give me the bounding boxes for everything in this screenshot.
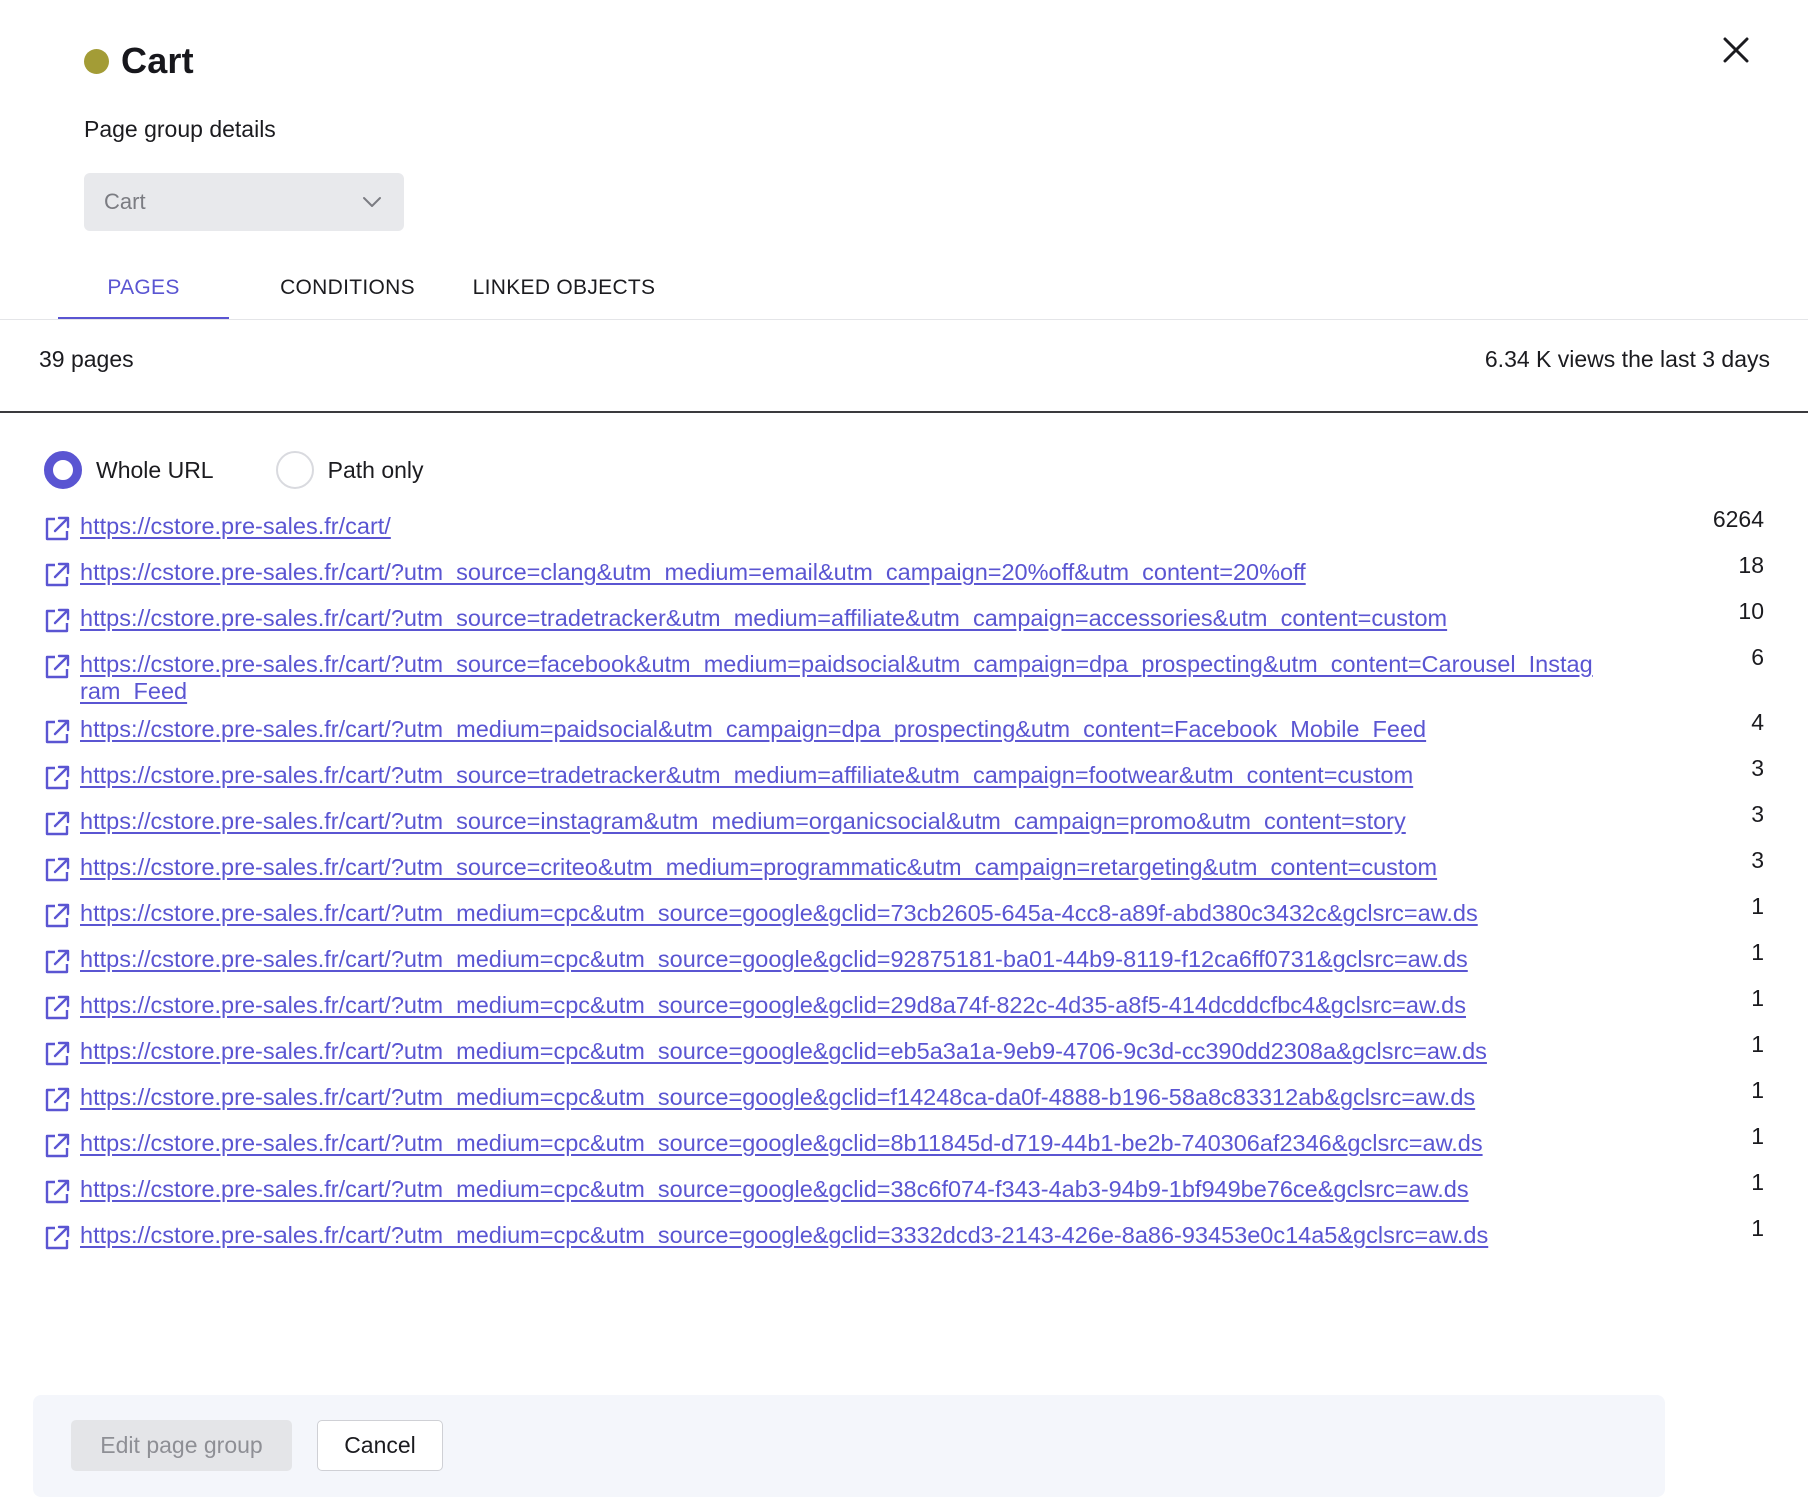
- page-view-count: 1: [1751, 1169, 1764, 1195]
- table-row: https://cstore.pre-sales.fr/cart/?utm_me…: [42, 981, 1770, 1027]
- table-row: https://cstore.pre-sales.fr/cart/?utm_so…: [42, 548, 1770, 594]
- page-view-count: 1: [1751, 1077, 1764, 1103]
- table-row: https://cstore.pre-sales.fr/cart/?utm_so…: [42, 797, 1770, 843]
- chevron-down-icon: [363, 197, 381, 207]
- panel-header: Cart: [84, 40, 194, 82]
- external-link-icon[interactable]: [42, 763, 72, 793]
- table-row: https://cstore.pre-sales.fr/cart/?utm_me…: [42, 1211, 1770, 1257]
- tabs-divider: [0, 319, 1808, 320]
- external-link-icon[interactable]: [42, 901, 72, 931]
- external-link-icon[interactable]: [42, 1085, 72, 1115]
- radio-path-only-label: Path only: [327, 456, 424, 483]
- page-url-link[interactable]: https://cstore.pre-sales.fr/cart/?utm_so…: [80, 548, 1600, 586]
- page-view-count: 1: [1751, 1123, 1764, 1149]
- external-link-icon[interactable]: [42, 809, 72, 839]
- table-row: https://cstore.pre-sales.fr/cart/?utm_me…: [42, 705, 1770, 751]
- summary-divider: [0, 411, 1808, 413]
- page-url-link[interactable]: https://cstore.pre-sales.fr/cart/?utm_me…: [80, 935, 1600, 973]
- cancel-button[interactable]: Cancel: [317, 1420, 443, 1471]
- page-url-link[interactable]: https://cstore.pre-sales.fr/cart/?utm_me…: [80, 705, 1600, 743]
- page-url-link[interactable]: https://cstore.pre-sales.fr/cart/?utm_me…: [80, 1027, 1600, 1065]
- page-view-count: 3: [1751, 847, 1764, 873]
- tab-linked-objects[interactable]: LINKED OBJECTS: [466, 262, 662, 320]
- external-link-icon[interactable]: [42, 1131, 72, 1161]
- external-link-icon[interactable]: [42, 855, 72, 885]
- table-row: https://cstore.pre-sales.fr/cart/?utm_me…: [42, 935, 1770, 981]
- status-dot: [84, 48, 109, 74]
- page-view-count: 1: [1751, 1031, 1764, 1057]
- page-url-link[interactable]: https://cstore.pre-sales.fr/cart/?utm_me…: [80, 1073, 1600, 1111]
- external-link-icon[interactable]: [42, 1039, 72, 1069]
- page-count: 39 pages: [39, 346, 134, 372]
- page-view-count: 3: [1751, 801, 1764, 827]
- tab-bar: PAGES CONDITIONS LINKED OBJECTS: [58, 262, 662, 320]
- page-group-title: Cart: [121, 40, 194, 81]
- page-view-count: 6: [1751, 644, 1764, 670]
- table-row: https://cstore.pre-sales.fr/cart/?utm_so…: [42, 594, 1770, 640]
- panel-footer: Edit page group Cancel: [33, 1395, 1665, 1497]
- radio-whole-url-label: Whole URL: [96, 456, 214, 483]
- close-icon: [1723, 37, 1749, 63]
- page-view-count: 1: [1751, 985, 1764, 1011]
- page-group-select-value: Cart: [104, 189, 146, 214]
- table-row: https://cstore.pre-sales.fr/cart/?utm_me…: [42, 1165, 1770, 1211]
- page-view-count: 10: [1738, 598, 1764, 624]
- external-link-icon[interactable]: [42, 652, 72, 682]
- table-row: https://cstore.pre-sales.fr/cart/?utm_so…: [42, 640, 1770, 705]
- external-link-icon[interactable]: [42, 1177, 72, 1207]
- radio-path-only-control[interactable]: [275, 451, 314, 489]
- page-view-count: 4: [1751, 709, 1764, 735]
- page-group-select[interactable]: Cart: [84, 173, 404, 231]
- page-view-count: 1: [1751, 893, 1764, 919]
- table-row: https://cstore.pre-sales.fr/cart/?utm_so…: [42, 751, 1770, 797]
- table-row: https://cstore.pre-sales.fr/cart/?utm_me…: [42, 1027, 1770, 1073]
- page-group-details-panel: Cart Page group details Cart PAGES CONDI…: [0, 0, 1808, 1506]
- table-row: https://cstore.pre-sales.fr/cart/6264: [42, 502, 1770, 548]
- tab-conditions[interactable]: CONDITIONS: [229, 262, 466, 320]
- page-url-list[interactable]: https://cstore.pre-sales.fr/cart/6264 htt…: [42, 502, 1770, 1350]
- radio-whole-url[interactable]: Whole URL: [44, 451, 214, 489]
- page-url-link[interactable]: https://cstore.pre-sales.fr/cart/?utm_me…: [80, 1165, 1600, 1203]
- page-view-count: 1: [1751, 939, 1764, 965]
- page-url-link[interactable]: https://cstore.pre-sales.fr/cart/?utm_me…: [80, 981, 1600, 1019]
- page-view-count: 3: [1751, 755, 1764, 781]
- external-link-icon[interactable]: [42, 993, 72, 1023]
- page-url-link[interactable]: https://cstore.pre-sales.fr/cart/: [80, 502, 1600, 540]
- radio-whole-url-control[interactable]: [44, 451, 82, 489]
- table-row: https://cstore.pre-sales.fr/cart/?utm_me…: [42, 1073, 1770, 1119]
- page-url-link[interactable]: https://cstore.pre-sales.fr/cart/?utm_me…: [80, 1211, 1600, 1249]
- page-view-count: 1: [1751, 1215, 1764, 1241]
- table-row: https://cstore.pre-sales.fr/cart/?utm_so…: [42, 843, 1770, 889]
- page-view-count: 18: [1738, 552, 1764, 578]
- external-link-icon[interactable]: [42, 606, 72, 636]
- close-button[interactable]: [1716, 30, 1756, 70]
- page-url-link[interactable]: https://cstore.pre-sales.fr/cart/?utm_so…: [80, 797, 1600, 835]
- external-link-icon[interactable]: [42, 947, 72, 977]
- pages-summary: 39 pages 6.34 K views the last 3 days: [39, 346, 1770, 373]
- external-link-icon[interactable]: [42, 1223, 72, 1253]
- radio-path-only[interactable]: Path only: [275, 451, 424, 489]
- page-url-link[interactable]: https://cstore.pre-sales.fr/cart/?utm_me…: [80, 1119, 1600, 1157]
- external-link-icon[interactable]: [42, 560, 72, 590]
- edit-page-group-button: Edit page group: [71, 1420, 292, 1471]
- url-mode-radio-group: Whole URL Path only: [44, 451, 486, 489]
- page-view-count: 6264: [1712, 506, 1764, 532]
- tab-pages[interactable]: PAGES: [58, 262, 229, 320]
- views-summary: 6.34 K views the last 3 days: [1484, 346, 1770, 372]
- page-url-link[interactable]: https://cstore.pre-sales.fr/cart/?utm_so…: [80, 594, 1600, 632]
- page-url-link[interactable]: https://cstore.pre-sales.fr/cart/?utm_so…: [80, 843, 1600, 881]
- table-row: https://cstore.pre-sales.fr/cart/?utm_me…: [42, 1119, 1770, 1165]
- section-subtitle: Page group details: [84, 116, 276, 142]
- page-url-link[interactable]: https://cstore.pre-sales.fr/cart/?utm_me…: [80, 889, 1600, 927]
- page-url-link[interactable]: https://cstore.pre-sales.fr/cart/?utm_so…: [80, 751, 1600, 789]
- external-link-icon[interactable]: [42, 717, 72, 747]
- table-row: https://cstore.pre-sales.fr/cart/?utm_me…: [42, 889, 1770, 935]
- external-link-icon[interactable]: [42, 514, 72, 544]
- page-url-link[interactable]: https://cstore.pre-sales.fr/cart/?utm_so…: [80, 640, 1600, 705]
